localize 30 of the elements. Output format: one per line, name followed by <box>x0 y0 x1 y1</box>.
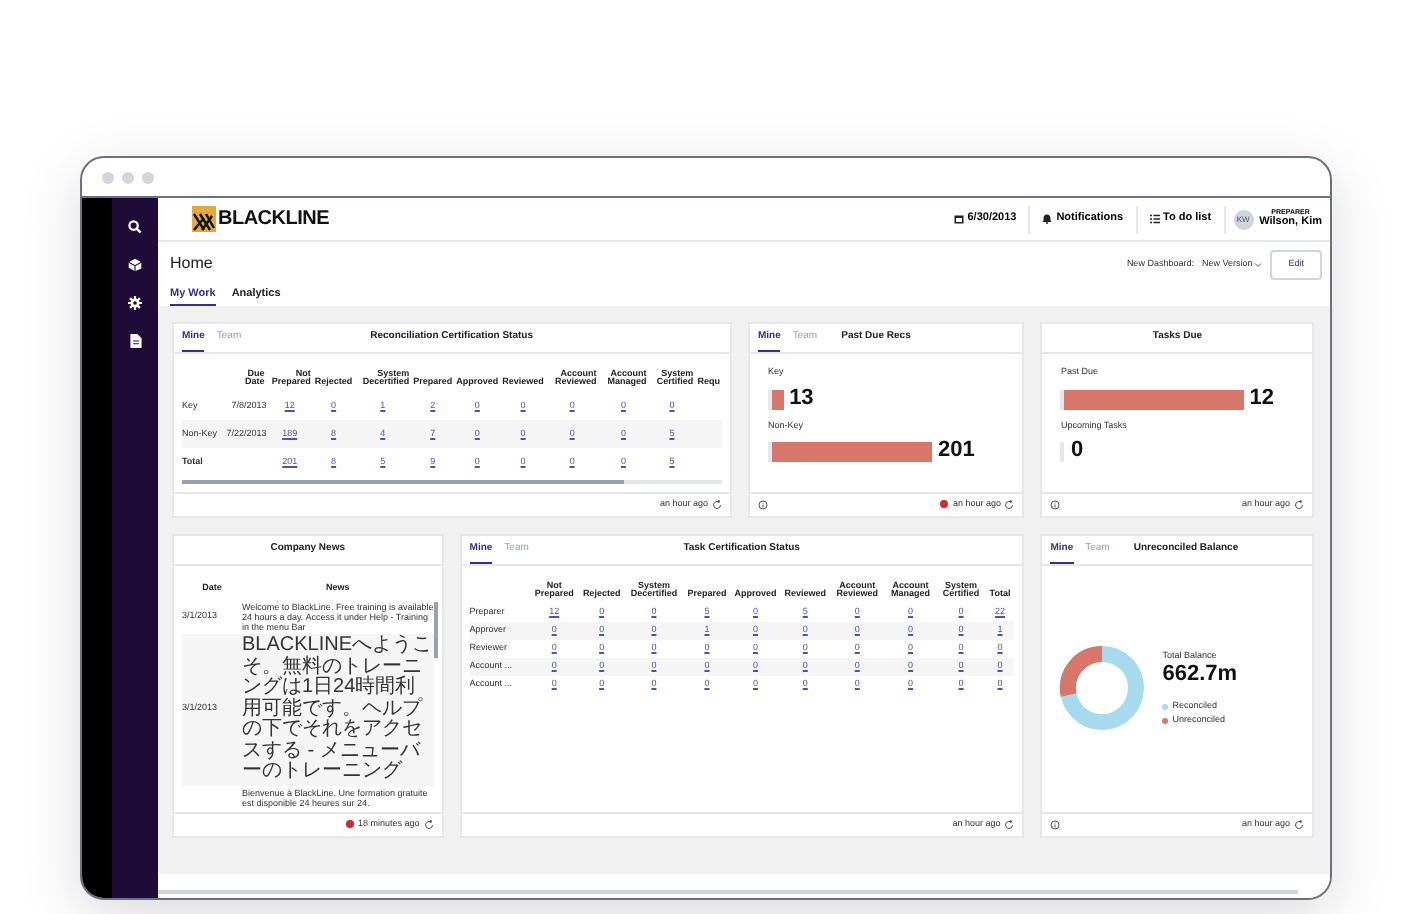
info-icon <box>757 499 768 510</box>
cube-icon[interactable] <box>128 258 142 272</box>
search-icon[interactable] <box>128 220 142 234</box>
page-title: Home <box>170 252 213 277</box>
refresh-icon[interactable] <box>711 499 722 510</box>
document-icon[interactable] <box>129 334 141 348</box>
refresh-icon[interactable] <box>1294 499 1304 510</box>
page-scrollbar[interactable] <box>158 890 1298 894</box>
donut-drawing <box>1058 644 1147 733</box>
news-text: BLACKLINEへようこそ。無料のトレーニングは1日24時間利用可能です。ヘルプの下でそれをアクセスする - メニューバーのトレーニング <box>242 634 434 786</box>
bar-value: 13 <box>789 387 814 409</box>
total-value: 662.7m <box>1162 663 1238 686</box>
refresh-icon[interactable] <box>1004 819 1015 830</box>
bar-value: 12 <box>1249 387 1274 409</box>
horizontal-scrollbar[interactable] <box>182 480 625 485</box>
bar-value: 201 <box>937 440 975 463</box>
caret-icon <box>1254 261 1263 268</box>
list-icon <box>1149 214 1160 224</box>
refresh-icon[interactable] <box>1004 499 1015 510</box>
info-icon <box>1050 819 1061 830</box>
calendar-icon <box>953 214 964 224</box>
refresh-icon[interactable] <box>423 819 434 830</box>
refresh-icon[interactable] <box>1294 819 1304 830</box>
bar-value: 0 <box>1070 440 1084 463</box>
settings-icon[interactable] <box>128 296 142 310</box>
info-icon <box>1050 499 1061 510</box>
logo-wordmark: BLACKLINE <box>218 206 330 234</box>
bell-icon <box>1042 214 1053 224</box>
logo-icon <box>192 206 216 232</box>
vertical-scrollbar[interactable] <box>433 601 438 658</box>
